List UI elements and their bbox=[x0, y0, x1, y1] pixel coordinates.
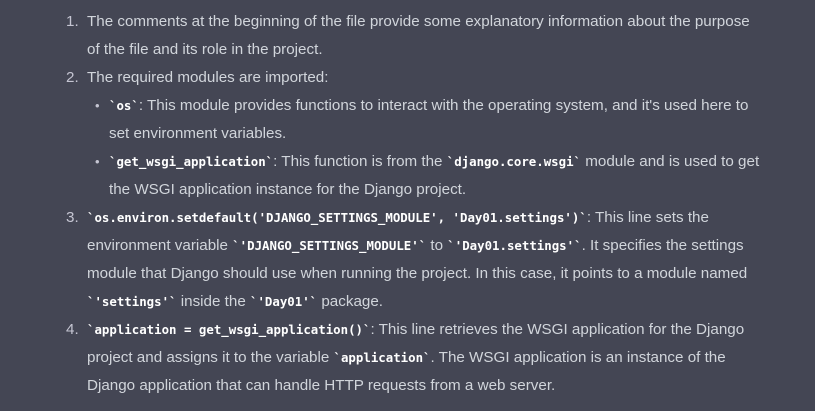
list-item: 2. The required modules are imported: • … bbox=[0, 64, 815, 204]
list-item-number: 1. bbox=[66, 13, 79, 30]
sub-list-item-text: : This function is from the bbox=[273, 153, 447, 170]
list-item-number: 4. bbox=[66, 321, 79, 338]
list-item-number: 2. bbox=[66, 69, 79, 86]
bullet-icon: • bbox=[95, 154, 100, 169]
list-item-text: The required modules are imported: bbox=[87, 69, 329, 86]
sub-list: • `os`: This module provides functions t… bbox=[87, 92, 763, 204]
inline-code: `os.environ.setdefault('DJANGO_SETTINGS_… bbox=[87, 210, 587, 225]
inline-code: `'Day01.settings'` bbox=[447, 238, 582, 253]
bullet-icon: • bbox=[95, 98, 100, 113]
inline-code: `get_wsgi_application` bbox=[109, 154, 274, 169]
list-item-text: The comments at the beginning of the fil… bbox=[87, 13, 750, 58]
inline-code: `application` bbox=[333, 350, 431, 365]
sub-list-item: • `os`: This module provides functions t… bbox=[87, 92, 763, 148]
inline-code: `os` bbox=[109, 98, 139, 113]
list-item: 3. `os.environ.setdefault('DJANGO_SETTIN… bbox=[0, 204, 815, 316]
inline-code: `'Day01'` bbox=[250, 294, 318, 309]
explanation-list: 1. The comments at the beginning of the … bbox=[0, 8, 815, 400]
list-item-text: to bbox=[426, 237, 448, 254]
inline-code: `application = get_wsgi_application()` bbox=[87, 322, 371, 337]
list-item: 4. `application = get_wsgi_application()… bbox=[0, 316, 815, 400]
list-item: 1. The comments at the beginning of the … bbox=[0, 8, 815, 64]
list-item-text: package. bbox=[317, 293, 384, 310]
list-item-number: 3. bbox=[66, 209, 79, 226]
sub-list-item: • `get_wsgi_application`: This function … bbox=[87, 148, 763, 204]
inline-code: `django.core.wsgi` bbox=[446, 154, 582, 169]
response-content: 1. The comments at the beginning of the … bbox=[0, 8, 815, 400]
sub-list-item-text: : This module provides functions to inte… bbox=[109, 97, 749, 142]
inline-code: `'settings'` bbox=[87, 294, 177, 309]
list-item-text: inside the bbox=[176, 293, 250, 310]
inline-code: `'DJANGO_SETTINGS_MODULE'` bbox=[232, 238, 427, 253]
